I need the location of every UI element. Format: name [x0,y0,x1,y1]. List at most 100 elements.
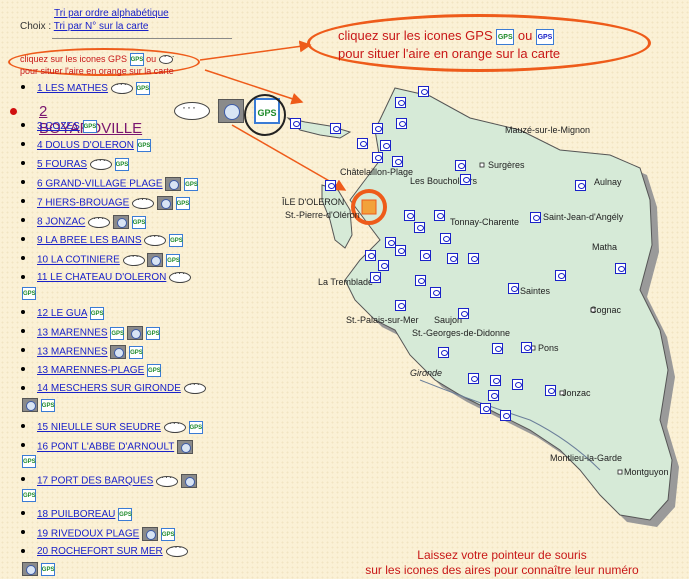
aire-marker[interactable] [392,156,403,167]
photo-icon[interactable] [112,215,129,229]
aire-marker[interactable] [420,250,431,261]
speech-bubble-icon[interactable] [132,194,155,209]
gps-icon[interactable]: GPS [131,215,146,229]
speech-bubble-icon[interactable] [110,79,133,94]
gps-icon[interactable]: GPS [22,489,36,502]
photo-icon[interactable] [110,345,127,359]
aire-marker[interactable] [395,245,406,256]
aire-marker[interactable] [365,250,376,261]
photo-icon[interactable] [147,253,164,267]
speech-bubble-icon[interactable] [156,472,179,487]
aire-marker[interactable] [440,233,451,244]
aire-marker[interactable] [458,308,469,319]
aire-marker[interactable] [555,270,566,281]
aire-marker[interactable] [430,287,441,298]
gps-icon[interactable]: GPS [145,326,160,340]
gps-icon[interactable]: GPS [110,326,125,340]
aire-link[interactable]: 3 COZES [37,121,80,132]
aire-marker[interactable] [468,253,479,264]
gps-icon[interactable]: GPS [169,234,184,247]
gps-icon[interactable]: GPS [147,364,162,377]
aire-marker[interactable] [455,160,466,171]
speech-bubble-icon[interactable] [122,251,145,266]
aire-marker[interactable] [468,373,479,384]
aire-link[interactable]: 17 PORT DES BARQUES [37,476,153,487]
aire-marker[interactable] [460,174,471,185]
aire-marker[interactable] [545,385,556,396]
aire-marker[interactable] [434,210,445,221]
aire-marker[interactable] [395,97,406,108]
gps-icon[interactable]: GPS [135,82,150,95]
aire-marker[interactable] [396,118,407,129]
photo-icon[interactable] [22,398,38,412]
aire-link[interactable]: 20 ROCHEFORT SUR MER [37,546,163,557]
aire-link[interactable]: 18 PUILBOREAU [37,509,115,520]
aire-marker[interactable] [480,403,491,414]
speech-bubble-icon[interactable] [183,379,206,394]
aire-marker[interactable] [290,118,301,129]
photo-icon[interactable] [176,440,193,454]
aire-marker[interactable] [490,375,501,386]
aire-marker[interactable] [378,260,389,271]
gps-icon[interactable]: GPS [40,398,55,412]
gps-icon[interactable]: GPS [166,253,181,267]
aire-link[interactable]: 10 LA COTINIERE [37,255,120,266]
aire-marker[interactable] [521,342,532,353]
aire-marker[interactable] [447,253,458,264]
aire-marker[interactable] [357,138,368,149]
aire-marker[interactable] [512,379,523,390]
gps-icon[interactable]: GPS [160,527,175,541]
aire-marker[interactable] [508,283,519,294]
gps-icon[interactable]: GPS [188,421,203,434]
aire-link[interactable]: 13 MARENNES [37,328,108,339]
aire-marker[interactable] [492,343,503,354]
photo-icon[interactable] [22,562,38,576]
aire-link[interactable]: 7 HIERS-BROUAGE [37,198,129,209]
gps-icon[interactable]: GPS [40,562,55,576]
aire-marker[interactable] [500,410,511,421]
gps-icon[interactable]: GPS [136,139,151,152]
aire-marker[interactable] [414,222,425,233]
gps-icon[interactable]: GPS [184,177,199,191]
speech-bubble-icon[interactable] [165,542,188,557]
photo-icon[interactable] [165,177,182,191]
aire-marker[interactable] [438,347,449,358]
aire-marker[interactable] [370,272,381,283]
aire-link[interactable]: 13 MARENNES [37,347,108,358]
photo-icon[interactable] [142,527,159,541]
gps-icon[interactable]: GPS [129,345,144,359]
aire-link[interactable]: 19 RIVEDOUX PLAGE [37,529,139,540]
speech-bubble-icon[interactable] [174,100,210,120]
aire-link[interactable]: 15 NIEULLE SUR SEUDRE [37,422,161,433]
aire-link[interactable]: 8 JONZAC [37,217,85,228]
aire-marker[interactable] [330,123,341,134]
speech-bubble-icon[interactable] [144,231,167,246]
photo-icon[interactable] [218,99,244,123]
aire-marker[interactable] [415,275,426,286]
aire-marker[interactable] [325,180,336,191]
gps-icon[interactable]: GPS [118,508,133,521]
speech-bubble-icon[interactable] [169,268,192,283]
gps-icon[interactable]: GPS [89,307,104,320]
speech-bubble-icon[interactable] [89,155,112,170]
aire-marker[interactable] [380,140,391,151]
aire-marker[interactable] [372,123,383,134]
aire-link[interactable]: 14 MESCHERS SUR GIRONDE [37,383,181,394]
speech-bubble-icon[interactable] [88,213,111,228]
gps-icon[interactable]: GPS [114,158,129,171]
gps-icon[interactable]: GPS [22,455,36,468]
gps-icon[interactable]: GPS [82,120,97,133]
aire-link[interactable]: 1 LES MATHES [37,83,108,94]
aire-link[interactable]: 12 LE GUA [37,308,87,319]
aire-link[interactable]: 6 GRAND-VILLAGE PLAGE [37,179,163,190]
aire-link[interactable]: 5 FOURAS [37,159,87,170]
aire-marker[interactable] [530,212,541,223]
aire-marker[interactable] [372,152,383,163]
gps-icon[interactable]: GPS [175,196,190,210]
aire-marker[interactable] [395,300,406,311]
speech-bubble-icon[interactable] [163,418,186,433]
aire-marker[interactable] [404,210,415,221]
aire-marker[interactable] [575,180,586,191]
aire-marker[interactable] [488,390,499,401]
photo-icon[interactable] [180,474,197,488]
